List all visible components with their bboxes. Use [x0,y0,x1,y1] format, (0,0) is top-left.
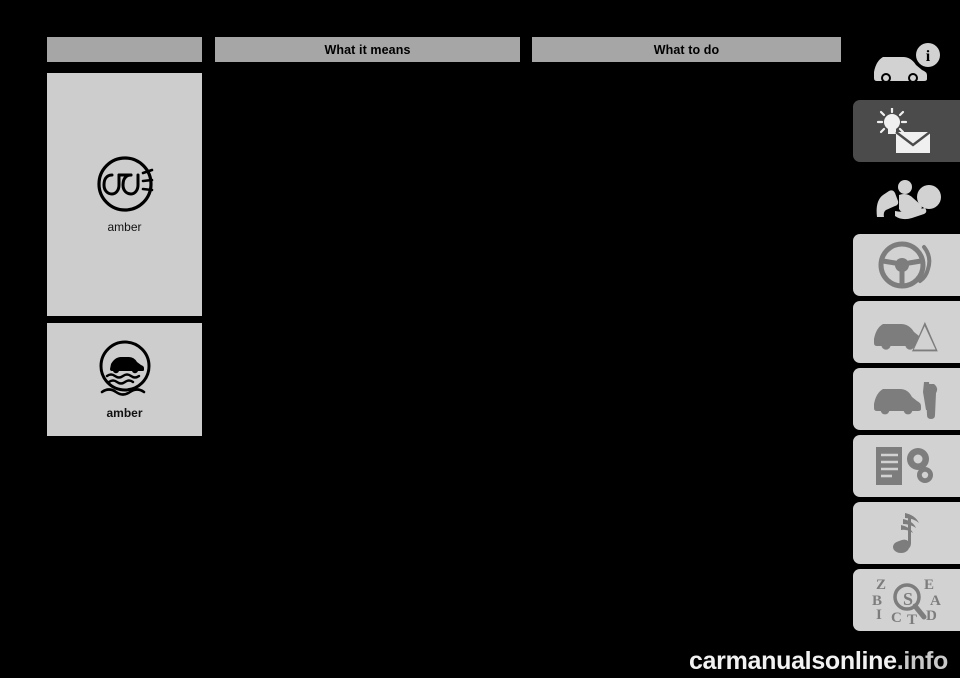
section-tab-rail: i Z B I C T E A D S [853,33,960,636]
symbol-column: amber amber [47,73,202,436]
alphabetical-index-icon: Z B I C T E A D S [866,575,948,625]
table-header-row: What it means What to do [47,37,841,62]
music-note-icon [877,509,937,557]
footer: carmanualsonline.info [0,646,960,678]
svg-text:I: I [876,607,882,623]
svg-text:i: i [925,48,930,65]
steering-wheel-icon [874,241,940,289]
watermark-text: carmanualsonline [688,647,897,675]
svg-text:S: S [903,589,913,609]
row-divider [47,316,202,323]
site-watermark: carmanualsonline.info [689,647,948,676]
table-row: amber [47,73,202,316]
airbag-occupant-icon [871,175,943,221]
slippery-road-traction-control-icon [94,340,156,398]
driving-tab[interactable] [853,234,960,296]
warning-lights-table: What it means What to do amber amber [47,37,841,442]
svg-text:D: D [926,608,937,624]
svg-text:C: C [891,610,902,625]
car-wrench-icon [872,376,942,422]
emergency-tab[interactable] [853,301,960,363]
svg-text:E: E [924,577,934,593]
svg-text:Z: Z [876,577,886,593]
headlight-on-warning-icon [90,155,160,212]
car-warning-triangle-icon [872,309,942,355]
vehicle-information-tab[interactable]: i [853,33,960,95]
column-header-symbol [47,37,202,62]
watermark-suffix: .info [896,647,949,675]
car-info-icon: i [870,42,944,86]
symbol-color-label: amber [106,405,143,420]
column-header-what-to-do: What to do [532,37,841,62]
index-tab[interactable]: Z B I C T E A D S [853,569,960,631]
lamp-envelope-icon [870,108,944,154]
lights-and-messages-tab[interactable] [853,100,960,162]
column-header-what-it-means: What it means [215,37,520,62]
multimedia-tab[interactable] [853,502,960,564]
safety-airbag-tab[interactable] [853,167,960,229]
specifications-tab[interactable] [853,435,960,497]
document-gear-icon [872,443,942,489]
svg-text:A: A [930,593,941,609]
table-row: amber [47,323,202,436]
symbol-color-label: amber [107,219,142,234]
maintenance-tab[interactable] [853,368,960,430]
svg-text:T: T [907,612,917,625]
